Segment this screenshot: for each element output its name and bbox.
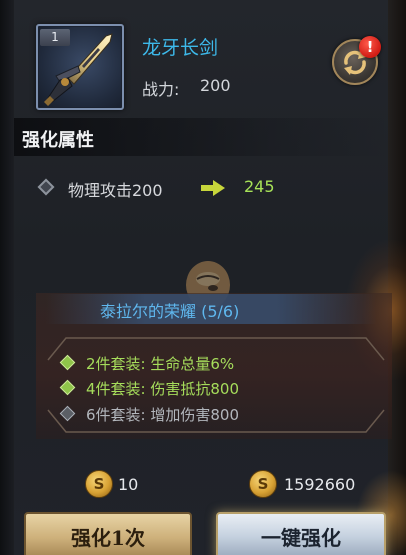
enhance-once-button[interactable]: 强化1次	[24, 512, 192, 555]
right-arrow-icon	[201, 180, 225, 196]
all-enhance-cost: 1592660	[284, 475, 356, 494]
power-value: 200	[200, 76, 231, 95]
section-title: 强化属性	[22, 130, 94, 151]
bonus-text: 4件套装: 伤害抵抗800	[86, 380, 239, 398]
power-label: 战力:	[142, 80, 180, 99]
left-edge	[0, 0, 14, 555]
enhance-panel: 1 龙牙长剑 战力: 200 ! 强化属性 物理攻击200 245 泰拉尔的荣耀…	[0, 0, 406, 555]
alert-badge: !	[359, 36, 381, 58]
enhance-all-button[interactable]: 一键强化	[216, 512, 386, 555]
set-name: 泰拉尔的荣耀 (5/6)	[100, 302, 240, 321]
single-enhance-cost: 10	[118, 475, 139, 494]
stat-label: 物理攻击200	[68, 181, 163, 200]
bonus-text: 2件套装: 生命总量6%	[86, 355, 235, 373]
stat-diamond-icon	[37, 178, 55, 196]
stat-new-value: 245	[244, 177, 275, 196]
item-level-badge: 1	[40, 29, 70, 46]
item-name: 龙牙长剑	[142, 37, 219, 59]
coin-icon: S	[249, 470, 277, 498]
coin-icon: S	[85, 470, 113, 498]
bonus-text: 6件套装: 增加伤害800	[86, 406, 239, 424]
